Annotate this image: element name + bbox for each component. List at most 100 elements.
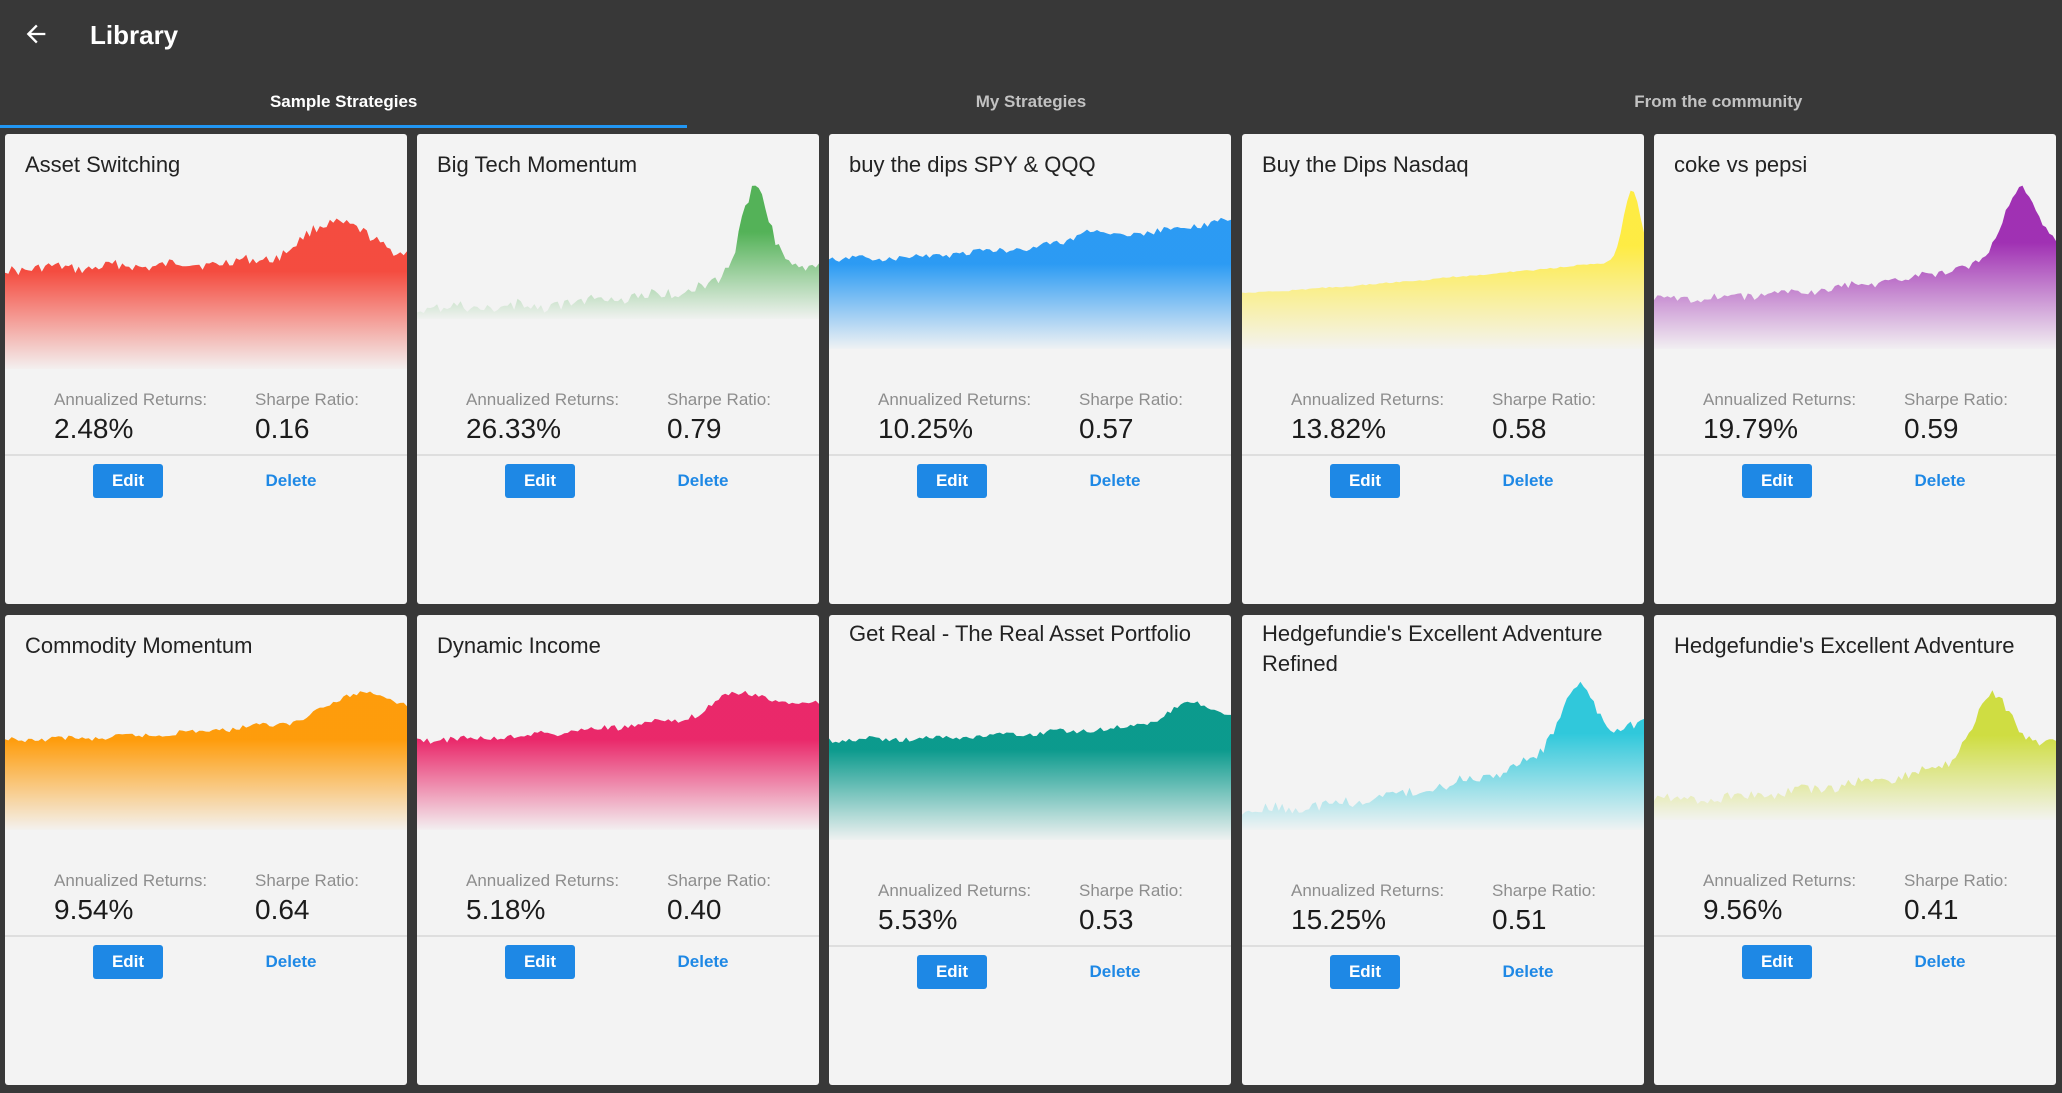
annualized-returns-value: 13.82% <box>1291 413 1386 444</box>
annualized-returns-value: 15.25% <box>1291 904 1386 935</box>
delete-button[interactable]: Delete <box>653 464 753 498</box>
sharpe-ratio-label: Sharpe Ratio: <box>1079 881 1183 900</box>
strategy-card[interactable]: Dynamic Income Annualized Returns: Sharpe … <box>417 615 819 1085</box>
performance-chart <box>417 185 819 319</box>
performance-chart <box>1654 185 2056 349</box>
card-divider <box>829 454 1231 456</box>
edit-button[interactable]: Edit <box>505 945 575 979</box>
sharpe-ratio-label: Sharpe Ratio: <box>1492 881 1596 900</box>
edit-button[interactable]: Edit <box>93 945 163 979</box>
annualized-returns-label: Annualized Returns: <box>1291 881 1445 900</box>
performance-area <box>417 690 819 830</box>
sharpe-ratio-label: Sharpe Ratio: <box>255 871 359 890</box>
annualized-returns-value: 9.54% <box>54 894 134 925</box>
annualized-returns-value: 5.53% <box>878 904 958 935</box>
performance-area <box>417 185 819 319</box>
strategy-card[interactable]: Get Real - The Real Asset Portfolio Annua… <box>829 615 1231 1085</box>
sharpe-ratio-label: Sharpe Ratio: <box>1904 871 2008 890</box>
card-divider <box>829 945 1231 947</box>
performance-chart <box>5 218 407 369</box>
sharpe-ratio-value: 0.64 <box>255 894 310 925</box>
sharpe-ratio-label: Sharpe Ratio: <box>667 390 771 409</box>
tab-sample-strategies[interactable]: Sample Strategies <box>0 76 688 128</box>
delete-button[interactable]: Delete <box>241 945 341 979</box>
annualized-returns-label: Annualized Returns: <box>54 871 208 890</box>
edit-button[interactable]: Edit <box>1330 464 1400 498</box>
annualized-returns-label: Annualized Returns: <box>878 390 1032 409</box>
annualized-returns-label: Annualized Returns: <box>878 881 1032 900</box>
sharpe-ratio-label: Sharpe Ratio: <box>667 871 771 890</box>
delete-button[interactable]: Delete <box>653 945 753 979</box>
performance-chart <box>1242 190 1644 349</box>
card-divider <box>1654 454 2056 456</box>
annualized-returns-value: 5.18% <box>466 894 546 925</box>
edit-button[interactable]: Edit <box>505 464 575 498</box>
sharpe-ratio-label: Sharpe Ratio: <box>1079 390 1183 409</box>
sharpe-ratio-value: 0.79 <box>667 413 722 444</box>
annualized-returns-label: Annualized Returns: <box>466 390 620 409</box>
delete-button[interactable]: Delete <box>1065 955 1165 989</box>
edit-button[interactable]: Edit <box>917 955 987 989</box>
annualized-returns-value: 26.33% <box>466 413 561 444</box>
delete-button[interactable]: Delete <box>1478 464 1578 498</box>
annualized-returns-value: 10.25% <box>878 413 973 444</box>
sharpe-ratio-value: 0.59 <box>1904 413 1959 444</box>
strategy-card[interactable]: Commodity Momentum Annualized Returns: Sha… <box>5 615 407 1085</box>
back-button[interactable] <box>14 12 58 56</box>
edit-button[interactable]: Edit <box>1742 464 1812 498</box>
sharpe-ratio-value: 0.40 <box>667 894 722 925</box>
performance-area <box>1654 690 2056 820</box>
edit-button[interactable]: Edit <box>1330 955 1400 989</box>
annualized-returns-label: Annualized Returns: <box>466 871 620 890</box>
performance-area <box>829 701 1231 840</box>
annualized-returns-value: 2.48% <box>54 413 134 444</box>
performance-chart <box>1654 690 2056 820</box>
card-divider <box>5 935 407 937</box>
performance-chart <box>829 701 1231 840</box>
delete-button[interactable]: Delete <box>1890 464 1990 498</box>
tab-from-the-community[interactable]: From the community <box>1375 76 2062 128</box>
annualized-returns-value: 19.79% <box>1703 413 1798 444</box>
strategy-card[interactable]: Hedgefundie's Excellent Adventure Refine… <box>1242 615 1644 1085</box>
sharpe-ratio-label: Sharpe Ratio: <box>1904 390 2008 409</box>
performance-chart <box>829 217 1231 349</box>
annualized-returns-label: Annualized Returns: <box>1703 871 1857 890</box>
strategy-card[interactable]: Big Tech Momentum Annualized Returns: Shar… <box>417 134 819 604</box>
sharpe-ratio-label: Sharpe Ratio: <box>1492 390 1596 409</box>
delete-button[interactable]: Delete <box>1478 955 1578 989</box>
sharpe-ratio-value: 0.53 <box>1079 904 1134 935</box>
performance-area <box>1242 190 1644 349</box>
delete-button[interactable]: Delete <box>1890 945 1990 979</box>
strategy-card[interactable]: coke vs pepsi Annualized Returns: Sharpe R… <box>1654 134 2056 604</box>
app-bar: Library <box>0 0 2062 70</box>
performance-area <box>5 218 407 369</box>
card-divider <box>1242 454 1644 456</box>
performance-area <box>1242 681 1644 830</box>
card-divider <box>5 454 407 456</box>
annualized-returns-label: Annualized Returns: <box>54 390 208 409</box>
performance-chart <box>417 690 819 830</box>
sharpe-ratio-value: 0.16 <box>255 413 310 444</box>
strategy-card[interactable]: buy the dips SPY & QQQ Annualized Returns… <box>829 134 1231 604</box>
card-divider <box>417 935 819 937</box>
edit-button[interactable]: Edit <box>1742 945 1812 979</box>
delete-button[interactable]: Delete <box>1065 464 1165 498</box>
card-divider <box>1654 935 2056 937</box>
edit-button[interactable]: Edit <box>93 464 163 498</box>
strategy-card[interactable]: Hedgefundie's Excellent Adventure Annuali… <box>1654 615 2056 1085</box>
page-title: Library <box>90 20 179 50</box>
tab-my-strategies[interactable]: My Strategies <box>687 76 1374 128</box>
delete-button[interactable]: Delete <box>241 464 341 498</box>
tab-bar: Sample Strategies My Strategies From the… <box>0 76 2062 128</box>
strategy-card[interactable]: Asset Switching Annualized Returns: Sharpe… <box>5 134 407 604</box>
performance-area <box>5 691 407 830</box>
sharpe-ratio-value: 0.51 <box>1492 904 1547 935</box>
annualized-returns-label: Annualized Returns: <box>1291 390 1445 409</box>
edit-button[interactable]: Edit <box>917 464 987 498</box>
annualized-returns-label: Annualized Returns: <box>1703 390 1857 409</box>
sharpe-ratio-value: 0.58 <box>1492 413 1547 444</box>
sharpe-ratio-label: Sharpe Ratio: <box>255 390 359 409</box>
strategy-card[interactable]: Buy the Dips Nasdaq Annualized Returns: Sh… <box>1242 134 1644 604</box>
sharpe-ratio-value: 0.57 <box>1079 413 1134 444</box>
sharpe-ratio-value: 0.41 <box>1904 894 1959 925</box>
